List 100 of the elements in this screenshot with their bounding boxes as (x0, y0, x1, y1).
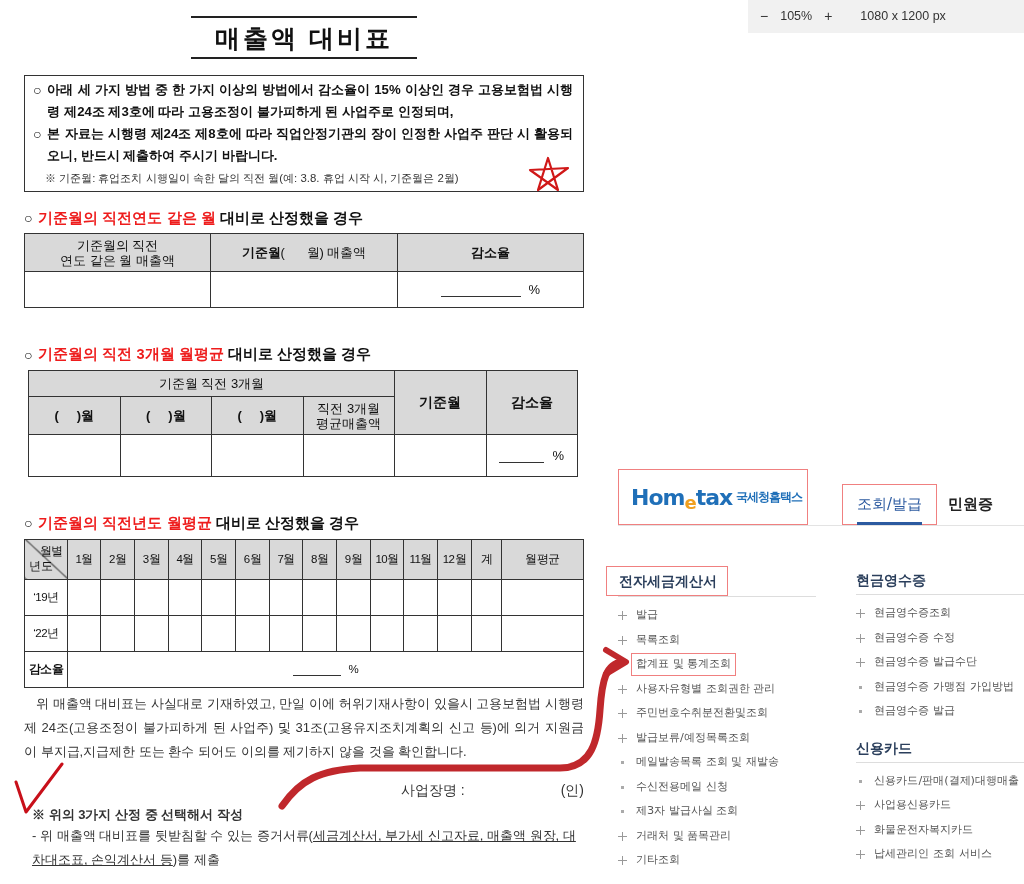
table-cell (201, 615, 236, 652)
menu-link[interactable]: 제3자 발급사실 조회 (631, 800, 744, 823)
menu-link[interactable]: 메일발송목록 조회 및 재발송 (631, 751, 784, 774)
menu-link[interactable]: 합계표 및 통계조회 (631, 653, 737, 676)
row-label: ‘22년 (24, 615, 68, 652)
menu-link[interactable]: 사업용신용카드 (869, 794, 957, 818)
table-cell (201, 579, 236, 616)
menu-link[interactable]: 주민번호수취분전환및조회 (631, 702, 773, 725)
table-cell (471, 579, 502, 616)
header-cell: 기준월 직전 3개월 (28, 370, 395, 397)
header-cell: 기준월( 월) 매출액 (210, 233, 398, 272)
plus-icon (856, 825, 866, 835)
nav-tab[interactable]: 조회/발급 (842, 484, 938, 525)
header-cell: 12월 (437, 539, 472, 580)
plus-icon (618, 856, 627, 865)
table-cell (403, 579, 438, 616)
table-cell (269, 579, 303, 616)
bullet-text: ○ (33, 124, 42, 144)
header-cell: 월평균 (501, 539, 584, 580)
header-cell: 5월 (201, 539, 236, 580)
plus-icon (856, 633, 866, 643)
plus-icon (856, 801, 866, 811)
table-cell (134, 615, 169, 652)
plus-icon (618, 831, 627, 841)
header-cell: 3월 (134, 539, 169, 580)
table-cell (168, 579, 202, 616)
table-cell (471, 615, 502, 652)
header-cell: 계 (471, 539, 502, 580)
table-cell (67, 615, 101, 652)
zoom-level: 105% (780, 8, 813, 26)
logo-word: Hom$_{e}$tax (631, 483, 733, 514)
menu-link[interactable]: 현금영수증 발급 (869, 700, 960, 723)
menu-link[interactable]: 현금영수증조회 (869, 602, 957, 625)
menu-link[interactable]: 발급 (631, 604, 663, 627)
menu-link[interactable]: 납세관리인 조회 서비스 (869, 843, 997, 867)
table-cell (168, 615, 202, 652)
header-cell: 1월 (67, 539, 101, 580)
pledge-text: 위 매출액 대비표는 사실대로 기재하였고, 만일 이에 허위기재사항이 있을시 고용보험법 시행령 제 24조(고용조정이 불가피하게 된 사업주) 및 31조(고용유지조치계획의 신고 등)에 의거 지원금이 부지급,지급제한 또는 환수 되어도 이의를 제기하지 않을 것을 확인합니다. (24, 694, 584, 761)
table-cell (437, 579, 472, 616)
table-cell (101, 615, 135, 652)
table-cell (336, 579, 371, 616)
bullet-text: ○ (33, 80, 42, 100)
table-cell (235, 579, 270, 616)
header-cell: ( )월 (120, 396, 212, 435)
menu-link[interactable]: 거래처 및 품목관리 (631, 824, 737, 848)
nav-tab[interactable]: 민원증 (943, 484, 999, 525)
table-cell (370, 615, 404, 652)
header-cell: ( )월 (28, 396, 120, 435)
menu-link[interactable]: 수신전용메일 신청 (631, 775, 733, 799)
row-label: ‘19년 (24, 579, 68, 616)
section-heading: 기준월의 직전 3개월 월평균 대비로 산정했을 경우 (38, 345, 371, 365)
bullet-icon (618, 807, 627, 816)
header-cell: 7월 (269, 539, 303, 580)
menu-link[interactable]: 기타조회 (631, 849, 685, 872)
bullet-text: ○ (24, 514, 33, 534)
table-cell (302, 615, 337, 652)
page-size-text: 1080 x 1200 px (860, 8, 946, 26)
table-cell (269, 615, 303, 652)
section-heading: 기준월의 직전년도 월평균 대비로 산정했을 경우 (38, 514, 359, 533)
table-cell (437, 615, 472, 652)
header-cell: 2월 (101, 539, 135, 580)
zoom-in-button[interactable]: + (822, 6, 835, 27)
table-cell (67, 579, 101, 616)
row-label: 감소율 (24, 651, 68, 688)
header-cell: 기준월의 직전 연도 같은 월 매출액 (24, 233, 211, 272)
notice-text: 아래 세 가지 방법 중 한 가지 이상의 방법에서 감소율이 15% 이상인 경우 고용보험법 시행령 제24조 제3호에 따라 고용조정이 불가피하게 된 사업주로 인정되며, (47, 80, 573, 121)
header-cell: 8월 (302, 539, 337, 580)
note-text: ※ 기준월: 휴업조치 시행일이 속한 달의 직전 월(예: 3.8. 휴업 시작 시, 기준월은 2월) (44, 170, 459, 186)
menu-link[interactable]: 현금영수증 가맹점 가입방법 (869, 675, 1019, 699)
menu-link[interactable]: 현금영수증 수정 (869, 626, 960, 650)
table-cell (101, 579, 135, 616)
header-cell: 감소율 (397, 233, 584, 272)
section-heading: 기준월의 직전연도 같은 월 대비로 산정했을 경우 (38, 208, 363, 228)
menu-link[interactable]: 목록조회 (631, 628, 685, 652)
header-cell: 직전 3개월 평균매출액 (303, 396, 395, 435)
header-cell: 9월 (336, 539, 371, 580)
header-cell: 4월 (168, 539, 202, 580)
logo-name: 국세청홈택스 (736, 489, 803, 506)
menu-heading: 신용카드 (856, 738, 914, 758)
menu-link[interactable]: 사용자유형별 조회권한 관리 (631, 677, 781, 701)
menu-heading: 전자세금계산서 (606, 566, 728, 597)
percent-text: % (552, 448, 565, 463)
star-mark (528, 156, 570, 192)
signature-label: 사업장명 : (400, 780, 465, 800)
document-title: 매출액 대비표 (191, 16, 417, 59)
plus-icon (856, 658, 866, 667)
menu-link[interactable]: 신용카드/판매(결제)대행매출 (869, 769, 1024, 793)
bullet-icon (618, 758, 627, 767)
plus-icon (618, 733, 627, 743)
plus-icon (618, 709, 627, 718)
bullet-text: ○ (24, 345, 33, 365)
menu-link[interactable]: 화물운전자복지카드 (869, 818, 979, 842)
notice-text: 본 자료는 시행령 제24조 제8호에 따라 직업안정기관의 장이 인정한 사업주 판단 시 활용되오니, 반드시 제출하여 주시기 바랍니다. (47, 124, 573, 165)
percent-text: % (348, 662, 359, 675)
header-cell: 월별 년도 (24, 539, 68, 580)
header-cell: 11월 (403, 539, 438, 580)
header-cell: ( )월 (211, 396, 303, 435)
menu-link[interactable]: 발급보류/예정목록조회 (631, 726, 755, 750)
menu-link[interactable]: 현금영수증 발급수단 (869, 651, 982, 674)
zoom-out-button[interactable]: − (758, 6, 771, 27)
